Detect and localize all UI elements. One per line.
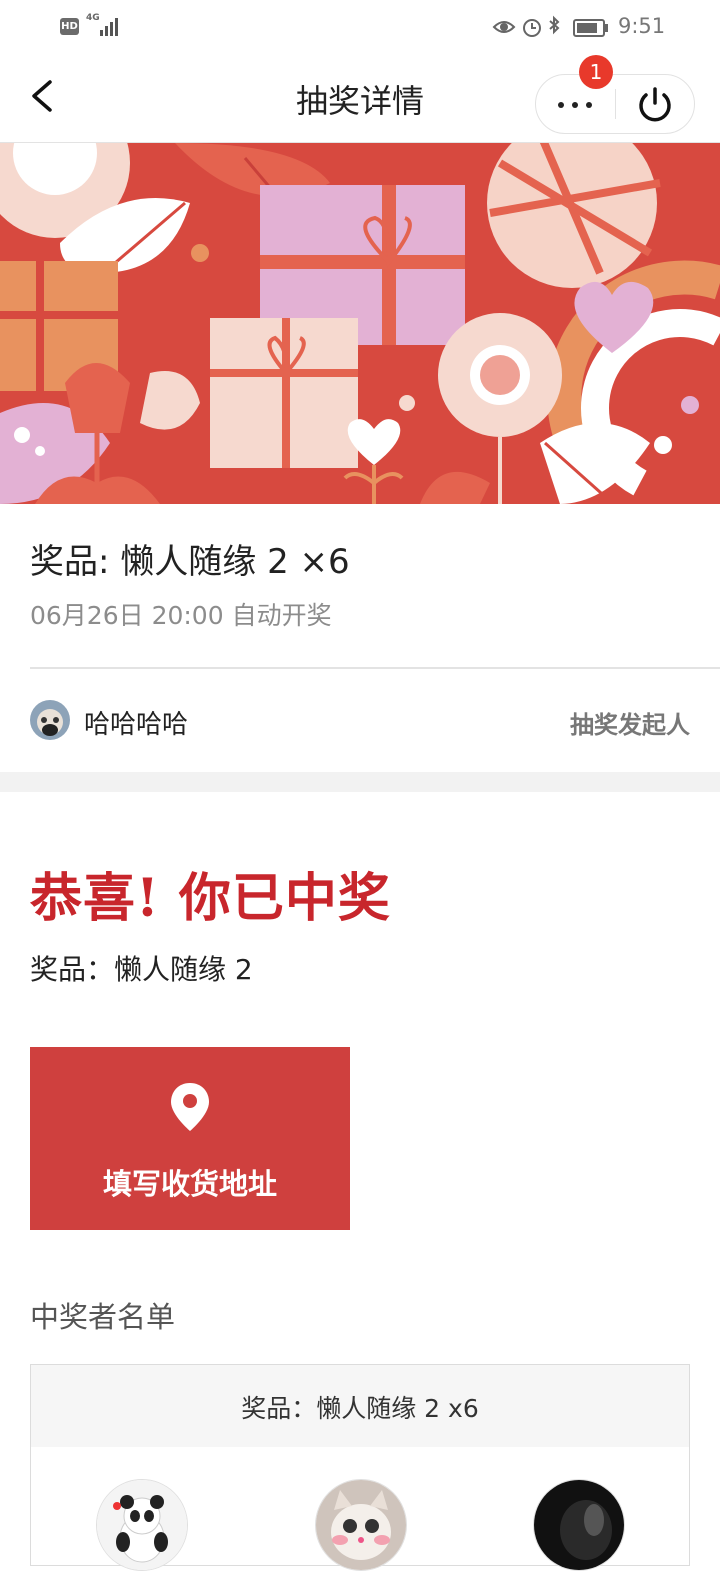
hd-indicator: HD	[60, 18, 79, 35]
page-title: 抽奖详情	[295, 82, 424, 120]
prize-title: 奖品: 懒人随缘 2 ×6	[30, 542, 350, 582]
win-headline: 恭喜! 你已中奖	[30, 868, 391, 929]
winners-list: 奖品：懒人随缘 2 x6	[30, 1364, 690, 1571]
fill-address-label: 填写收货地址	[102, 1167, 277, 1201]
clock: 9:51	[618, 14, 666, 38]
section-gap	[0, 772, 720, 792]
status-icons	[492, 15, 608, 37]
winner-avatar[interactable]	[533, 1479, 625, 1571]
signal-icon	[100, 16, 124, 36]
win-prize: 奖品：懒人随缘 2	[30, 953, 253, 986]
location-pin-icon	[171, 1083, 209, 1131]
notification-badge: 1	[579, 55, 613, 89]
battery-icon	[573, 19, 608, 37]
winner-avatar[interactable]	[96, 1479, 188, 1571]
host-avatar[interactable]	[30, 700, 70, 740]
divider	[30, 667, 720, 669]
host-role-label: 抽奖发起人	[570, 711, 690, 739]
power-icon[interactable]	[616, 75, 694, 133]
draw-time: 06月26日 20:00 自动开奖	[30, 601, 332, 630]
host-name: 哈哈哈哈	[84, 710, 189, 740]
winners-heading: 中奖者名单	[30, 1300, 176, 1334]
back-icon[interactable]	[28, 76, 58, 116]
bluetooth-icon	[549, 15, 560, 35]
fill-address-button[interactable]: 填写收货地址	[30, 1047, 350, 1230]
network-type: 4G	[86, 13, 100, 23]
mini-program-capsule	[535, 74, 695, 134]
alarm-icon	[523, 19, 541, 37]
status-bar: HD 4G 9:51	[0, 0, 720, 54]
winner-avatar[interactable]	[315, 1479, 407, 1571]
winners-box-header: 奖品：懒人随缘 2 x6	[31, 1365, 689, 1447]
eye-icon	[492, 21, 516, 33]
winners-prize-label: 奖品：懒人随缘 2 x6	[241, 1394, 479, 1423]
gift-banner-illustration	[0, 143, 720, 504]
